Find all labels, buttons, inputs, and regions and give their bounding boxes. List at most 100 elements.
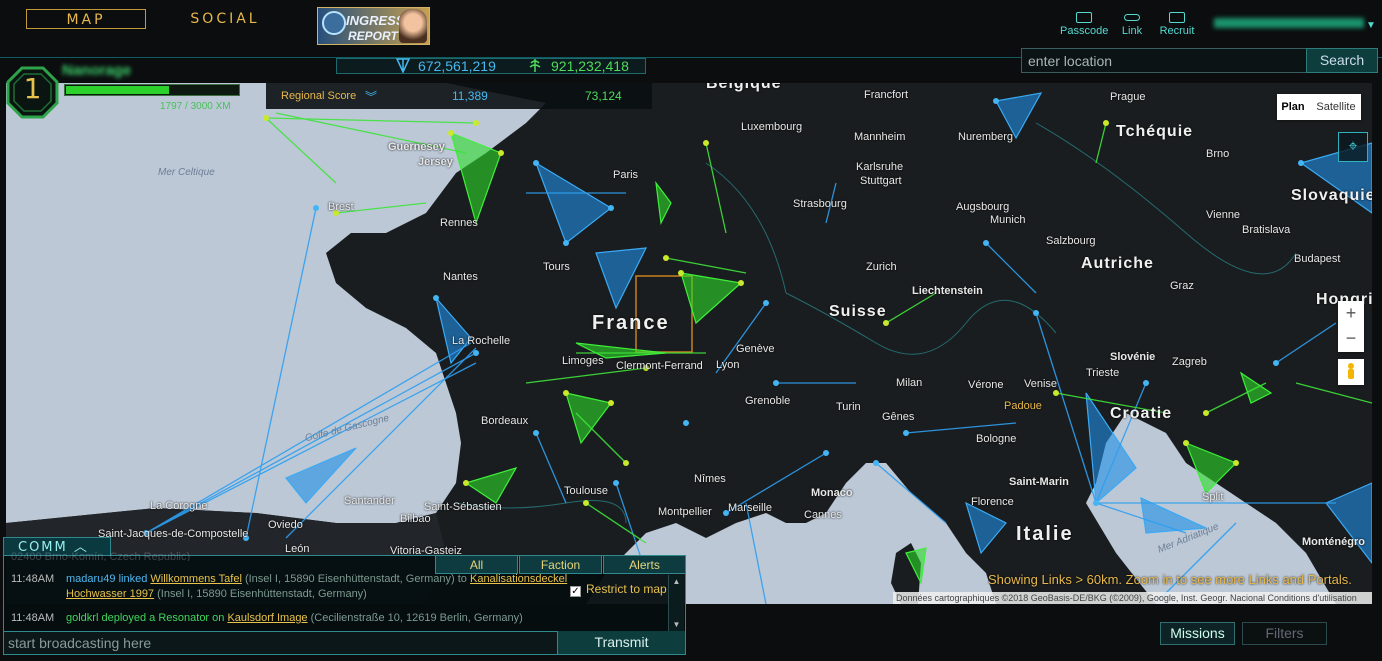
regional-score-label[interactable]: Regional Score bbox=[281, 90, 356, 102]
map-label-nimes: Nîmes bbox=[694, 473, 726, 485]
map-label-bilbao: Bilbao bbox=[400, 513, 431, 525]
portal-link[interactable]: Kanalisationsdeckel bbox=[470, 573, 567, 585]
xp-progress-fill bbox=[66, 86, 170, 94]
tab-social[interactable]: SOCIAL bbox=[170, 9, 280, 29]
message-action: linked bbox=[115, 573, 151, 585]
ingress-report-banner[interactable]: INGRESS REPORT bbox=[317, 7, 430, 45]
map-label-jersey: Jersey bbox=[418, 156, 453, 168]
recruit-button[interactable]: Recruit bbox=[1153, 12, 1201, 37]
map-label-la-rochelle: La Rochelle bbox=[452, 335, 511, 347]
map-label-padoue: Padoue bbox=[1004, 400, 1042, 412]
transmit-button[interactable]: Transmit bbox=[557, 631, 685, 654]
map-label-guernesey: Guernesey bbox=[388, 141, 445, 153]
locate-me-icon[interactable]: ⌖ bbox=[1338, 132, 1368, 162]
ingress-report-line2: REPORT bbox=[348, 29, 398, 43]
zoom-out-button[interactable]: − bbox=[1338, 326, 1364, 351]
map-label-marseille: Marseille bbox=[728, 502, 773, 514]
user-account-menu[interactable] bbox=[1214, 18, 1364, 28]
map-label-genes: Gênes bbox=[882, 411, 915, 423]
comm-partial-line: 02400 Brno-Komín, Czech Republic) bbox=[11, 551, 191, 561]
map-label-slovaquie: Slovaquie bbox=[1291, 187, 1372, 204]
broadcast-input[interactable] bbox=[4, 631, 557, 654]
passcode-button[interactable]: Passcode bbox=[1060, 12, 1108, 37]
map-type-plan[interactable]: Plan bbox=[1277, 94, 1309, 120]
message-time: 11:48AM bbox=[11, 573, 55, 585]
map-label-geneve: Genève bbox=[736, 343, 775, 355]
intel-map[interactable]: Belgique Francfort Prague Luxembourg Man… bbox=[6, 83, 1372, 604]
comm-message: 11:48AM madaru49 linked Willkommens Tafel… bbox=[11, 573, 666, 585]
map-label-mannheim: Mannheim bbox=[854, 131, 906, 143]
map-label-turin: Turin bbox=[836, 401, 861, 413]
chevron-down-icon[interactable]: ︾ bbox=[365, 88, 377, 105]
envelope-icon bbox=[1169, 12, 1185, 23]
chevron-down-icon[interactable]: ▼ bbox=[1366, 20, 1376, 31]
map-label-clermont: Clermont-Ferrand bbox=[616, 360, 703, 372]
map-label-bordeaux: Bordeaux bbox=[481, 415, 529, 427]
map-type-satellite[interactable]: Satellite bbox=[1311, 94, 1361, 120]
portal-link[interactable]: Willkommens Tafel bbox=[150, 573, 242, 585]
link-icon bbox=[1124, 14, 1140, 21]
map-label-italie: Italie bbox=[1016, 523, 1074, 545]
map-label-karlsruhe: Karlsruhe bbox=[856, 161, 904, 173]
map-label-brno: Brno bbox=[1206, 148, 1230, 160]
map-label-santiago: Saint-Jacques-de-Compostelle bbox=[98, 528, 249, 540]
map-label-toulouse: Toulouse bbox=[564, 485, 609, 497]
recruit-label: Recruit bbox=[1159, 25, 1195, 37]
map-label-saint-marin: Saint-Marin bbox=[1009, 476, 1069, 488]
map-label-suisse: Suisse bbox=[829, 303, 887, 320]
comm-scrollbar[interactable]: ▲ ▼ bbox=[668, 575, 684, 631]
map-label-slovenie: Slovénie bbox=[1110, 351, 1156, 363]
map-label-stuttgart: Stuttgart bbox=[860, 175, 902, 187]
map-label-mer-celtique: Mer Celtique bbox=[158, 167, 215, 178]
map-label-prague: Prague bbox=[1110, 91, 1146, 103]
map-canvas bbox=[6, 83, 1372, 604]
ingress-logo-icon bbox=[322, 11, 346, 35]
map-label-zurich: Zurich bbox=[866, 261, 897, 273]
link-button[interactable]: Link bbox=[1108, 12, 1156, 37]
map-label-augsbourg: Augsbourg bbox=[956, 201, 1010, 213]
map-attribution: Données cartographiques ©2018 GeoBasis-D… bbox=[893, 592, 1372, 604]
map-label-budapest: Budapest bbox=[1294, 253, 1341, 265]
agent-name[interactable]: madaru49 bbox=[66, 573, 116, 585]
portal-link[interactable]: Hochwasser 1997 bbox=[66, 588, 154, 600]
resistance-global-score: 672,561,219 bbox=[418, 58, 496, 74]
agent-name[interactable]: goldkrl bbox=[66, 612, 98, 624]
location-search-input[interactable] bbox=[1021, 48, 1307, 73]
map-label-vienne: Vienne bbox=[1206, 209, 1241, 221]
map-label-france: France bbox=[592, 312, 670, 334]
xp-text: 1797 / 3000 XM bbox=[160, 101, 231, 112]
map-label-venise: Venise bbox=[1024, 378, 1058, 390]
map-label-autriche: Autriche bbox=[1081, 255, 1154, 272]
map-label-bologne: Bologne bbox=[976, 433, 1017, 445]
map-label-grenoble: Grenoble bbox=[745, 395, 791, 407]
map-label-monaco: Monaco bbox=[811, 487, 853, 499]
comm-message: 11:48AM goldkrl deployed a Resonator on K… bbox=[11, 612, 666, 624]
map-label-croatie: Croatie bbox=[1110, 405, 1173, 422]
map-label-nuremberg: Nuremberg bbox=[958, 131, 1014, 143]
map-label-limoges: Limoges bbox=[562, 355, 604, 367]
zoom-in-button[interactable]: + bbox=[1338, 301, 1364, 326]
briefcase-icon bbox=[1076, 12, 1092, 23]
map-label-strasbourg: Strasbourg bbox=[793, 198, 847, 210]
map-label-frankfort: Francfort bbox=[864, 89, 909, 101]
pegman-icon[interactable] bbox=[1338, 359, 1364, 385]
passcode-label: Passcode bbox=[1060, 25, 1109, 37]
map-label-luxembourg: Luxembourg bbox=[741, 121, 803, 133]
message-action: deployed a Resonator on bbox=[98, 612, 228, 624]
map-label-oviedo: Oviedo bbox=[268, 519, 303, 531]
enlightened-global-score: 921,232,418 bbox=[551, 58, 629, 74]
checkbox-checked-icon[interactable]: ✓ bbox=[570, 586, 581, 597]
filters-button[interactable]: Filters bbox=[1242, 622, 1327, 645]
portal-link[interactable]: Kaulsdorf Image bbox=[227, 612, 307, 624]
regional-enlightened-score: 73,124 bbox=[585, 89, 622, 103]
map-label-split: Split bbox=[1202, 491, 1224, 503]
search-button[interactable]: Search bbox=[1306, 48, 1378, 73]
missions-button[interactable]: Missions bbox=[1160, 622, 1235, 645]
map-label-graz: Graz bbox=[1170, 280, 1194, 292]
restrict-to-map-checkbox[interactable]: ✓ Restrict to map bbox=[570, 582, 667, 597]
map-label-zagreb: Zagreb bbox=[1172, 356, 1207, 368]
tab-map[interactable]: MAP bbox=[26, 9, 146, 29]
map-label-bratislava: Bratislava bbox=[1242, 224, 1291, 236]
player-level: 1 bbox=[23, 72, 42, 105]
xp-progress-bar bbox=[64, 84, 240, 96]
